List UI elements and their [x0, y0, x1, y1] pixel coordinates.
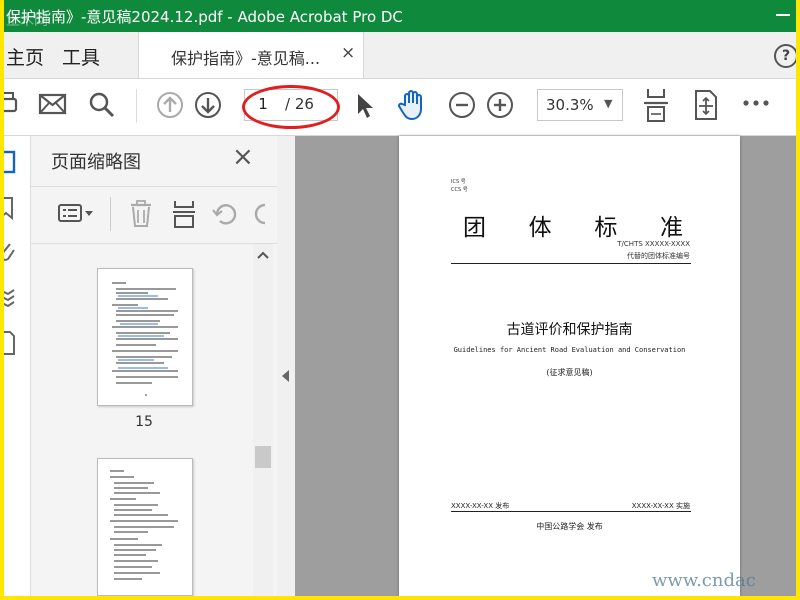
draft-label: (征求意见稿): [546, 368, 593, 377]
rotate-view-icon[interactable]: [692, 89, 720, 121]
panel-toolbar: [31, 186, 278, 244]
page-thumbnail-preview: [110, 470, 178, 580]
panel-collapse-gutter[interactable]: [277, 136, 296, 596]
bookmarks-icon[interactable]: [4, 194, 20, 222]
thumbnail-page-number: 15: [135, 414, 153, 430]
main-toolbar: / 26 30.3% ▼: [4, 79, 796, 136]
document-icon[interactable]: [4, 328, 20, 356]
window-title: 保护指南》-意见稿2024.12.pdf - Adobe Acrobat Pro…: [6, 8, 403, 26]
email-icon[interactable]: [38, 92, 68, 116]
tab-home[interactable]: 主页: [6, 43, 44, 70]
thumbnail-list: 15: [31, 244, 253, 596]
document-en-title: Guidelines for Ancient Road Evaluation a…: [453, 346, 686, 354]
pdf-page: ICS 号 CCS 号 团 体 标 准 T/CHTS XXXXX-XXXX 代替…: [399, 136, 740, 596]
minimize-button[interactable]: [776, 14, 790, 16]
title-char: 准: [659, 215, 683, 241]
standard-code: T/CHTS XXXXX-XXXX: [617, 240, 690, 248]
page-thumbnail[interactable]: [97, 268, 193, 406]
tab-document[interactable]: 保护指南》-意见稿... ×: [138, 32, 364, 78]
chevron-up-icon[interactable]: [257, 250, 269, 260]
scrollbar-thumb[interactable]: [255, 446, 271, 468]
rotate-right-icon[interactable]: [253, 201, 267, 227]
ics-label: ICS 号: [451, 179, 466, 185]
ics-code: ICS 号 CCS 号: [451, 178, 468, 194]
thumbnail-panel: 页面缩略图 × 15: [30, 136, 278, 596]
zoom-out-icon[interactable]: [448, 91, 476, 119]
document-tab-label: 保护指南》-意见稿...: [171, 49, 321, 68]
search-icon[interactable]: [88, 91, 116, 119]
attachments-icon[interactable]: [4, 238, 20, 266]
collapse-arrow-icon[interactable]: [282, 370, 289, 382]
total-pages: / 26: [285, 95, 314, 113]
standard-code-note: 代替的团体标准编号: [627, 252, 690, 260]
panel-toolbar-divider: [110, 197, 111, 231]
insert-page-icon[interactable]: [171, 199, 197, 229]
ccs-label: CCS 号: [451, 187, 468, 193]
thumbnail-scrollbar[interactable]: [253, 244, 273, 596]
chevron-down-icon: ▼: [604, 97, 613, 110]
panel-title: 页面缩略图: [51, 152, 141, 173]
options-menu-icon[interactable]: [57, 201, 97, 227]
menu-bar: 主页 工具 保护指南》-意见稿... × ?: [4, 32, 796, 79]
footer-rule: [451, 511, 691, 512]
rotate-left-icon[interactable]: [211, 201, 239, 227]
layers-icon[interactable]: [4, 282, 20, 310]
panel-close-button[interactable]: ×: [232, 144, 254, 170]
document-cn-title: 古道评价和保护指南: [506, 322, 633, 338]
select-cursor-icon[interactable]: [354, 92, 376, 120]
next-page-icon[interactable]: [194, 91, 222, 119]
standard-type-title: 团 体 标 准: [463, 208, 683, 242]
navigation-rail: [4, 136, 30, 596]
page-number-input[interactable]: [249, 94, 277, 114]
page-thumbnail[interactable]: [97, 458, 193, 596]
print-icon[interactable]: [4, 89, 22, 119]
implement-date: XXXX-XX-XX 实施: [631, 502, 690, 510]
previous-page-icon[interactable]: [156, 91, 184, 119]
publish-date: XXXX-XX-XX 发布: [451, 502, 510, 510]
page-thumbnails-icon[interactable]: [4, 148, 20, 176]
watermark-text: 土木网: [6, 13, 48, 29]
document-tab-close-button[interactable]: ×: [341, 43, 355, 63]
help-button[interactable]: ?: [774, 44, 796, 68]
title-char: 标: [594, 215, 618, 241]
site-watermark: www.cndac: [652, 570, 756, 591]
zoom-in-icon[interactable]: [486, 91, 514, 119]
tab-tools[interactable]: 工具: [62, 43, 100, 70]
zoom-value: 30.3%: [546, 96, 594, 114]
trash-icon[interactable]: [127, 199, 155, 229]
header-rule: [451, 263, 691, 264]
title-bar: 保护指南》-意见稿2024.12.pdf - Adobe Acrobat Pro…: [4, 0, 796, 32]
page-number-box: / 26: [244, 89, 338, 121]
publisher-org: 中国公路学会 发布: [536, 522, 603, 531]
toolbar-divider: [136, 89, 137, 123]
hand-tool-icon[interactable]: [397, 89, 429, 121]
fit-page-icon[interactable]: [642, 87, 670, 123]
page-thumbnail-preview: [112, 282, 178, 396]
document-viewer[interactable]: ICS 号 CCS 号 团 体 标 准 T/CHTS XXXXX-XXXX 代替…: [295, 136, 796, 596]
acrobat-window: 保护指南》-意见稿2024.12.pdf - Adobe Acrobat Pro…: [4, 0, 796, 596]
title-char: 体: [528, 215, 552, 241]
title-char: 团: [463, 215, 486, 241]
zoom-dropdown[interactable]: 30.3% ▼: [537, 89, 623, 121]
more-options-icon[interactable]: [742, 97, 770, 109]
